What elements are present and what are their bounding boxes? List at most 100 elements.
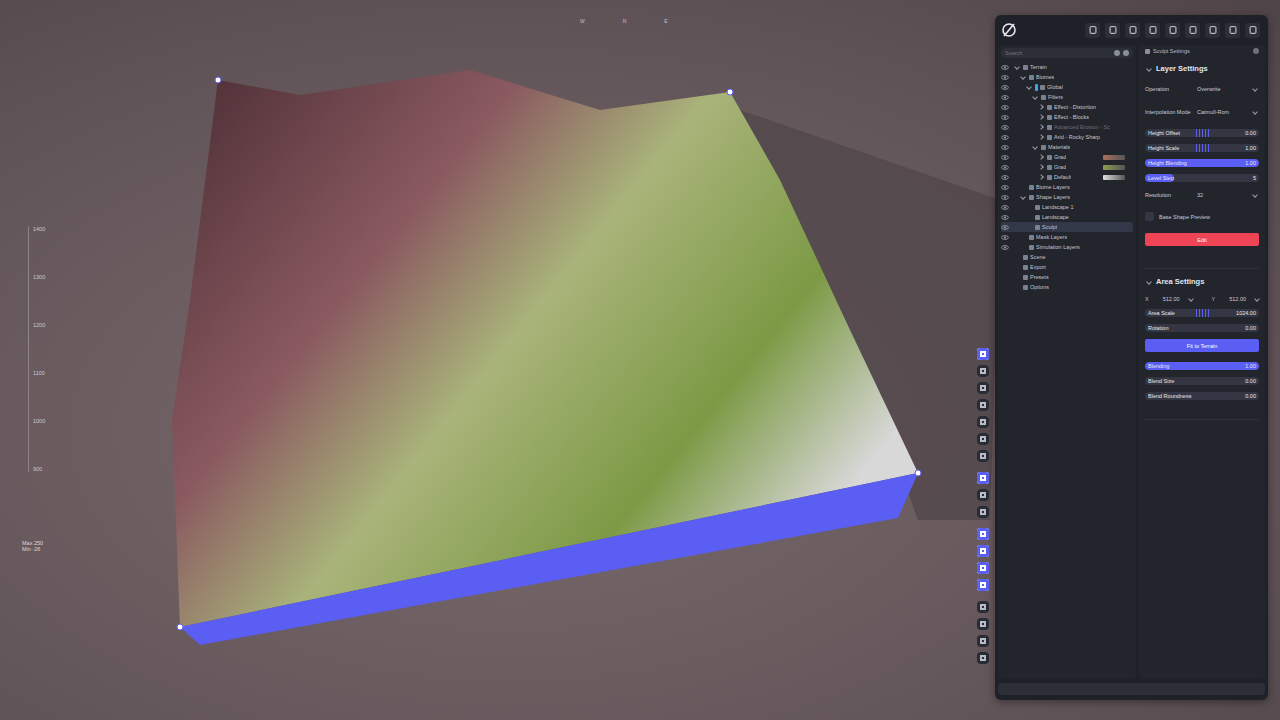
refresh-icon[interactable]: [1205, 23, 1220, 38]
file-icon[interactable]: [1105, 23, 1120, 38]
tree-item[interactable]: Simulation Layers: [1001, 242, 1133, 252]
tool-icon[interactable]: [977, 506, 989, 518]
slider-marker[interactable]: [1196, 144, 1210, 152]
chevron-icon[interactable]: [1146, 279, 1152, 285]
section-title[interactable]: Layer Settings: [1145, 64, 1259, 73]
eye-icon[interactable]: [1001, 85, 1009, 90]
tree-item[interactable]: Sculpt: [1001, 222, 1133, 232]
section-title[interactable]: Area Settings: [1145, 277, 1259, 286]
save-icon[interactable]: [1145, 23, 1160, 38]
save-as-icon[interactable]: [1165, 23, 1180, 38]
dropdown[interactable]: 32: [1195, 191, 1259, 199]
eye-icon[interactable]: [1001, 135, 1009, 140]
eye-icon[interactable]: [1001, 115, 1009, 120]
eye-icon[interactable]: [1001, 225, 1009, 230]
eye-icon[interactable]: [1001, 65, 1009, 70]
slider[interactable]: Height Blending1.00: [1145, 159, 1259, 167]
tool-icon[interactable]: [977, 365, 989, 377]
tree-item[interactable]: Grad: [1001, 152, 1133, 162]
tool-icon[interactable]: [977, 399, 989, 411]
stepper-icon[interactable]: [1188, 296, 1194, 302]
tool-icon[interactable]: [977, 489, 989, 501]
eye-icon[interactable]: [1001, 235, 1009, 240]
dropdown[interactable]: Catmull-Rom: [1195, 108, 1259, 116]
chevron-icon[interactable]: [1032, 94, 1038, 100]
home-icon[interactable]: [1085, 23, 1100, 38]
tool-icon[interactable]: [977, 348, 989, 360]
chevron-icon[interactable]: [1038, 154, 1044, 160]
tree-item[interactable]: Effect - Distortion: [1001, 102, 1133, 112]
folder-icon[interactable]: [1125, 23, 1140, 38]
eye-icon[interactable]: [1001, 215, 1009, 220]
tree-item[interactable]: Biomes: [1001, 72, 1133, 82]
eye-icon[interactable]: [1001, 75, 1009, 80]
tree-item[interactable]: Global: [1001, 82, 1133, 92]
checkbox[interactable]: [1145, 212, 1154, 221]
tool-icon[interactable]: [977, 382, 989, 394]
eye-icon[interactable]: [1001, 185, 1009, 190]
camera-icon[interactable]: [1225, 23, 1240, 38]
tree-item[interactable]: Shape Layers: [1001, 192, 1133, 202]
chevron-icon[interactable]: [1038, 174, 1044, 180]
slider[interactable]: Blending1.00: [1145, 362, 1259, 370]
slider[interactable]: Height Scale1.00: [1145, 144, 1259, 152]
chevron-icon[interactable]: [1032, 144, 1038, 150]
tool-icon[interactable]: [977, 579, 989, 591]
tree-item[interactable]: Effect - Blocks: [1001, 112, 1133, 122]
chevron-icon[interactable]: [1038, 114, 1044, 120]
eye-icon[interactable]: [1001, 145, 1009, 150]
tree-item[interactable]: Presets: [1001, 272, 1133, 282]
slider[interactable]: Rotation0.00: [1145, 324, 1259, 332]
material-swatch[interactable]: [1103, 155, 1125, 160]
tool-icon[interactable]: [977, 545, 989, 557]
tree-item[interactable]: Landscape 1: [1001, 202, 1133, 212]
tree-item[interactable]: Mask Layers: [1001, 232, 1133, 242]
eye-icon[interactable]: [1001, 245, 1009, 250]
tree-item[interactable]: Default: [1001, 172, 1133, 182]
tree-item[interactable]: Landscape: [1001, 212, 1133, 222]
eye-icon[interactable]: [1001, 165, 1009, 170]
chevron-icon[interactable]: [1026, 84, 1032, 90]
tool-icon[interactable]: [977, 416, 989, 428]
tool-icon[interactable]: [977, 450, 989, 462]
slider[interactable]: Area Scale1024.00: [1145, 309, 1259, 317]
chevron-icon[interactable]: [1038, 164, 1044, 170]
tree-item[interactable]: Advanced Erosion - Sc: [1001, 122, 1133, 132]
tree-item[interactable]: Export: [1001, 262, 1133, 272]
tree-item[interactable]: Terrain: [1001, 62, 1133, 72]
settings-icon[interactable]: [1123, 50, 1129, 56]
material-swatch[interactable]: [1103, 165, 1125, 170]
number-field[interactable]: Y512.00: [1212, 296, 1260, 302]
tree-item[interactable]: Filters: [1001, 92, 1133, 102]
eye-icon[interactable]: [1001, 105, 1009, 110]
tool-icon[interactable]: [977, 528, 989, 540]
stepper-icon[interactable]: [1254, 296, 1260, 302]
slider[interactable]: Blend Roundness0.00: [1145, 392, 1259, 400]
slider-marker[interactable]: [1196, 309, 1210, 317]
tool-icon[interactable]: [977, 652, 989, 664]
action-button[interactable]: Edit: [1145, 233, 1259, 246]
tree-item[interactable]: Grad: [1001, 162, 1133, 172]
gear-icon[interactable]: [1245, 23, 1260, 38]
checkbox-row[interactable]: Base Shape Preview: [1145, 212, 1259, 221]
slider[interactable]: Level Step5: [1145, 174, 1259, 182]
search-field[interactable]: Search: [1001, 48, 1133, 58]
eye-icon[interactable]: [1001, 195, 1009, 200]
eye-icon[interactable]: [1001, 205, 1009, 210]
chevron-icon[interactable]: [1020, 194, 1026, 200]
tool-icon[interactable]: [977, 635, 989, 647]
tree-item[interactable]: Scene: [1001, 252, 1133, 262]
filter-icon[interactable]: [1114, 50, 1120, 56]
chevron-icon[interactable]: [1038, 134, 1044, 140]
logo-icon[interactable]: [1001, 22, 1017, 38]
tool-icon[interactable]: [977, 472, 989, 484]
tool-icon[interactable]: [977, 618, 989, 630]
tree-item[interactable]: Biome Layers: [1001, 182, 1133, 192]
tool-icon[interactable]: [977, 601, 989, 613]
chevron-icon[interactable]: [1038, 104, 1044, 110]
tree-item[interactable]: Materials: [1001, 142, 1133, 152]
tool-icon[interactable]: [977, 562, 989, 574]
action-button[interactable]: Fit to Terrain: [1145, 339, 1259, 352]
chevron-icon[interactable]: [1014, 64, 1020, 70]
eye-icon[interactable]: [1001, 155, 1009, 160]
